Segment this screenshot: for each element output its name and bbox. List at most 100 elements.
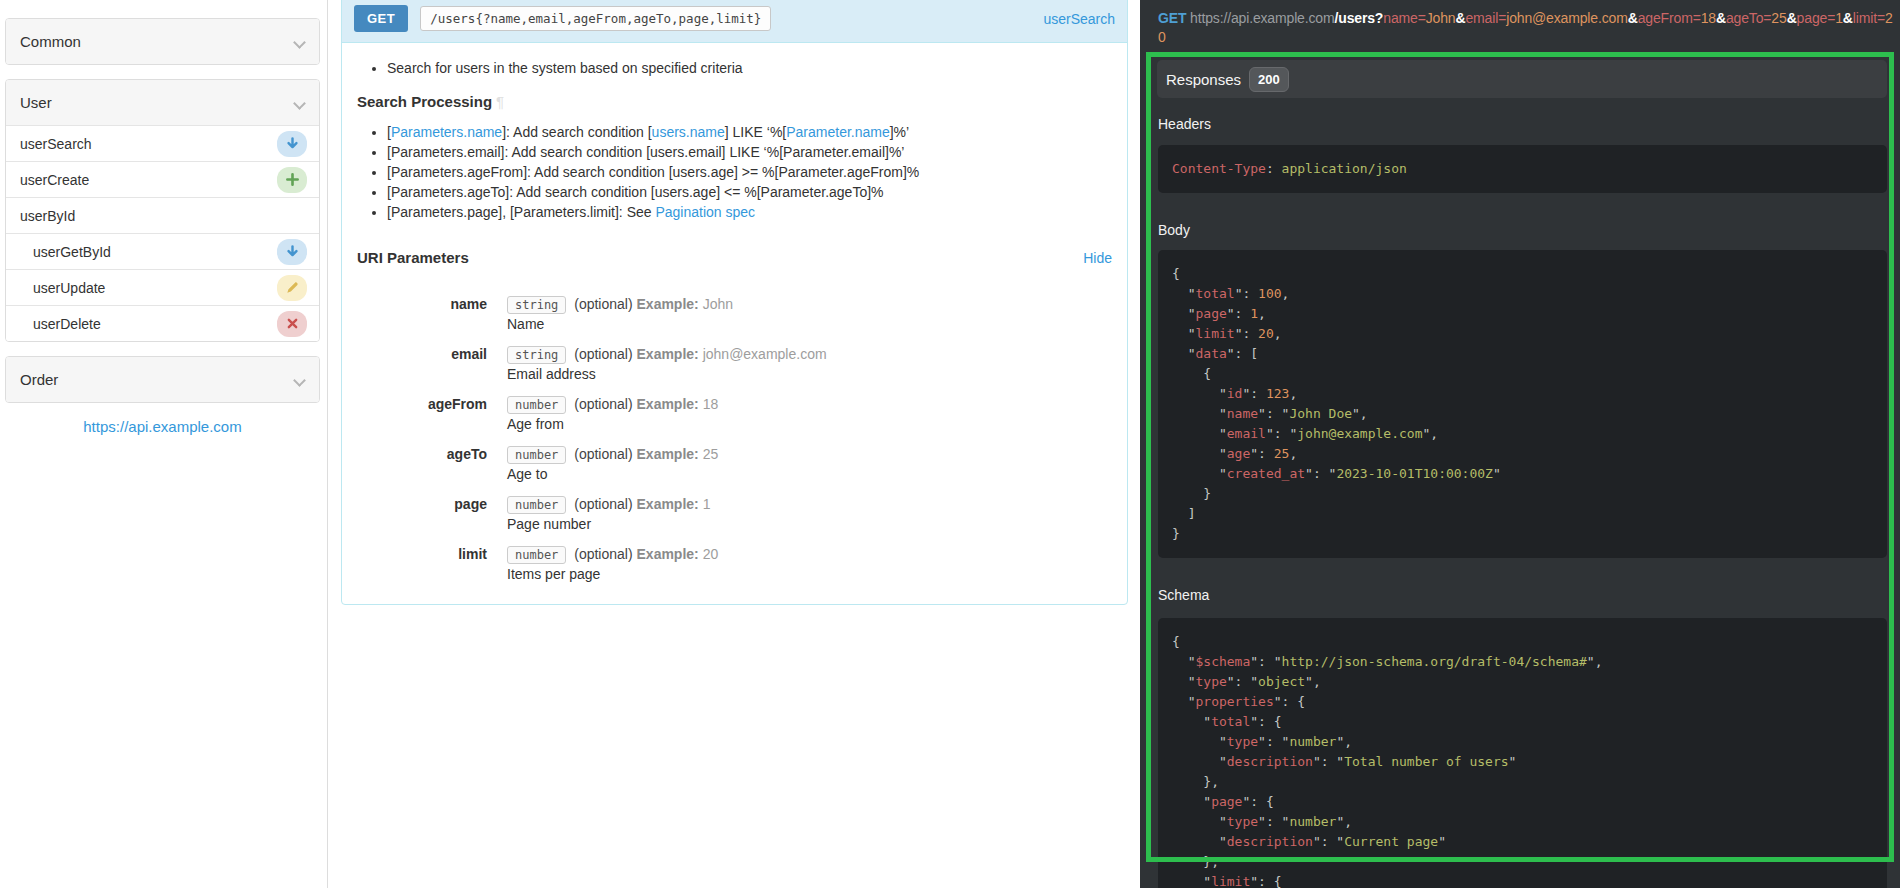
request-token-qk: page=: [1797, 10, 1836, 26]
chevron-down-icon: [293, 374, 306, 387]
parameter-meta: number (optional) Example: 1: [507, 494, 1112, 514]
parameter-meta: number (optional) Example: 20: [507, 544, 1112, 564]
request-token-qk: email=: [1465, 10, 1506, 26]
summary-list: Search for users in the system based on …: [387, 58, 1112, 78]
section-heading: Search Processing¶: [357, 92, 1112, 112]
request-token-qv: 18: [1701, 10, 1716, 26]
put-pencil-icon: [277, 275, 307, 301]
rule-item: [Parameters.name]: Add search condition …: [387, 122, 1112, 142]
request-token-qk: name=: [1383, 10, 1425, 26]
main-content: GET /users{?name,email,ageFrom,ageTo,pag…: [329, 0, 1140, 888]
responses-bar: Responses 200: [1157, 60, 1887, 98]
sidebar-group-label: Order: [20, 371, 58, 388]
parameter-type-badge: string: [507, 346, 566, 364]
inline-link[interactable]: Pagination spec: [655, 204, 755, 220]
parameter-name: email: [357, 344, 487, 364]
parameter-required: (optional): [574, 396, 632, 412]
sidebar-item-usersearch[interactable]: userSearch: [6, 125, 319, 161]
sidebar-group-header-order[interactable]: Order: [6, 357, 319, 402]
sidebar-group-user: User userSearch userCreate userById userGetB…: [5, 79, 320, 342]
parameter-row-ageFrom: ageFromnumber (optional) Example: 18Age …: [357, 394, 1112, 434]
parameter-type-badge: number: [507, 396, 566, 414]
parameter-meta: string (optional) Example: John: [507, 294, 1112, 314]
request-token-method: GET: [1158, 10, 1186, 26]
parameter-row-ageTo: ageTonumber (optional) Example: 25Age to: [357, 444, 1112, 484]
example-label: Example:: [637, 346, 699, 362]
method-badge: GET: [354, 5, 408, 32]
sidebar-group-items: userSearchuserCreateuserByIduserGetByIdu…: [6, 125, 319, 341]
get-arrow-icon: [277, 239, 307, 265]
parameter-name: page: [357, 494, 487, 514]
example-value: 25: [703, 446, 719, 462]
sidebar-group-header-common[interactable]: Common: [6, 19, 319, 64]
sidebar-item-usercreate[interactable]: userCreate: [6, 161, 319, 197]
parameter-type-badge: number: [507, 446, 566, 464]
request-token-qv: john@example.com: [1506, 10, 1628, 26]
parameter-description: Page number: [507, 514, 1112, 534]
parameter-name: name: [357, 294, 487, 314]
parameter-required: (optional): [574, 346, 632, 362]
request-token-path: /users?: [1335, 10, 1384, 26]
parameter-meta: number (optional) Example: 18: [507, 394, 1112, 414]
sidebar-item-label: userById: [20, 208, 75, 224]
endpoint-card: GET /users{?name,email,ageFrom,ageTo,pag…: [341, 0, 1128, 605]
chevron-down-icon: [293, 97, 306, 110]
request-token-host: https://api.example.com: [1190, 10, 1334, 26]
request-token-qv: 25: [1771, 10, 1786, 26]
schema-code-block: { "$schema": "http://json-schema.org/dra…: [1158, 618, 1887, 888]
sidebar-item-userupdate[interactable]: userUpdate: [6, 269, 319, 305]
parameter-name: limit: [357, 544, 487, 564]
example-value: 1: [703, 496, 711, 512]
parameter-required: (optional): [574, 446, 632, 462]
endpoint-body: Search for users in the system based on …: [342, 43, 1127, 604]
sidebar-group-header-user[interactable]: User: [6, 80, 319, 125]
action-link[interactable]: userSearch: [1043, 11, 1115, 27]
request-token-amp: &: [1628, 10, 1638, 26]
parameter-name: ageTo: [357, 444, 487, 464]
get-arrow-icon: [277, 131, 307, 157]
uri-parameters-header: URI Parameters Hide: [357, 248, 1112, 268]
example-label: Example:: [637, 496, 699, 512]
api-docs-page: Common User userSearch userCreate userById us…: [0, 0, 1900, 888]
parameter-description: Email address: [507, 364, 1112, 384]
request-token-qk: ageFrom=: [1638, 10, 1701, 26]
endpoint-header[interactable]: GET /users{?name,email,ageFrom,ageTo,pag…: [342, 0, 1127, 43]
summary-item: Search for users in the system based on …: [387, 58, 1112, 78]
inline-link[interactable]: users.name: [652, 124, 725, 140]
parameter-type-badge: number: [507, 546, 566, 564]
parameter-required: (optional): [574, 496, 632, 512]
parameter-row-name: name string (optional) Example: JohnName: [357, 294, 1112, 334]
parameter-type-badge: string: [507, 296, 566, 314]
sidebar-group-label: User: [20, 94, 52, 111]
sidebar-item-usergetbyid[interactable]: userGetById: [6, 233, 319, 269]
sidebar-item-label: userDelete: [33, 316, 101, 332]
parameter-meta: number (optional) Example: 25: [507, 444, 1112, 464]
body-code-block: { "total": 100, "page": 1, "limit": 20, …: [1158, 250, 1887, 558]
rules-list: [Parameters.name]: Add search condition …: [387, 122, 1112, 222]
sidebar-item-userbyid[interactable]: userById: [6, 197, 319, 233]
inline-link[interactable]: Parameters.name: [391, 124, 502, 140]
example-label: Example:: [637, 296, 699, 312]
sidebar-group-order: Order: [5, 356, 320, 403]
sidebar-item-userdelete[interactable]: userDelete: [6, 305, 319, 341]
parameter-description: Name: [507, 314, 1112, 334]
parameter-type-badge: number: [507, 496, 566, 514]
headers-code-block: Content-Type: application/json: [1158, 145, 1887, 193]
sidebar-item-label: userCreate: [20, 172, 89, 188]
example-label: Example:: [637, 446, 699, 462]
uri-template: /users{?name,email,ageFrom,ageTo,page,li…: [420, 6, 771, 31]
hide-link[interactable]: Hide: [1083, 250, 1112, 266]
sidebar-group-label: Common: [20, 33, 81, 50]
example-request-line: GET https://api.example.com/users?name=J…: [1158, 9, 1900, 47]
status-code-tab[interactable]: 200: [1249, 67, 1289, 92]
example-value: 18: [703, 396, 719, 412]
request-token-amp: &: [1716, 10, 1726, 26]
parameter-description: Age from: [507, 414, 1112, 434]
request-token-qk: ageTo=: [1726, 10, 1771, 26]
example-console: GET https://api.example.com/users?name=J…: [1140, 0, 1900, 888]
parameter-required: (optional): [574, 296, 632, 312]
parameters-list: name string (optional) Example: JohnNamee…: [357, 294, 1112, 584]
host-link[interactable]: https://api.example.com: [5, 418, 320, 435]
inline-link[interactable]: Parameter.name: [786, 124, 890, 140]
request-token-amp: &: [1843, 10, 1853, 26]
